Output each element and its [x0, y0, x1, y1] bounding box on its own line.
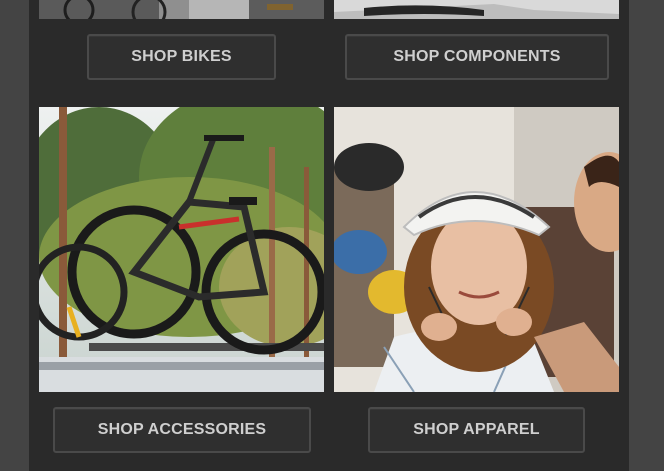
apparel-image[interactable] [334, 107, 619, 392]
shop-apparel-button[interactable]: SHOP APPAREL [368, 407, 585, 453]
components-image[interactable] [334, 0, 619, 19]
shop-components-button[interactable]: SHOP COMPONENTS [345, 34, 609, 80]
bikes-image[interactable] [39, 0, 324, 19]
shop-accessories-button[interactable]: SHOP ACCESSORIES [53, 407, 311, 453]
shop-bikes-button[interactable]: SHOP BIKES [87, 34, 276, 80]
accessories-image[interactable] [39, 107, 324, 392]
